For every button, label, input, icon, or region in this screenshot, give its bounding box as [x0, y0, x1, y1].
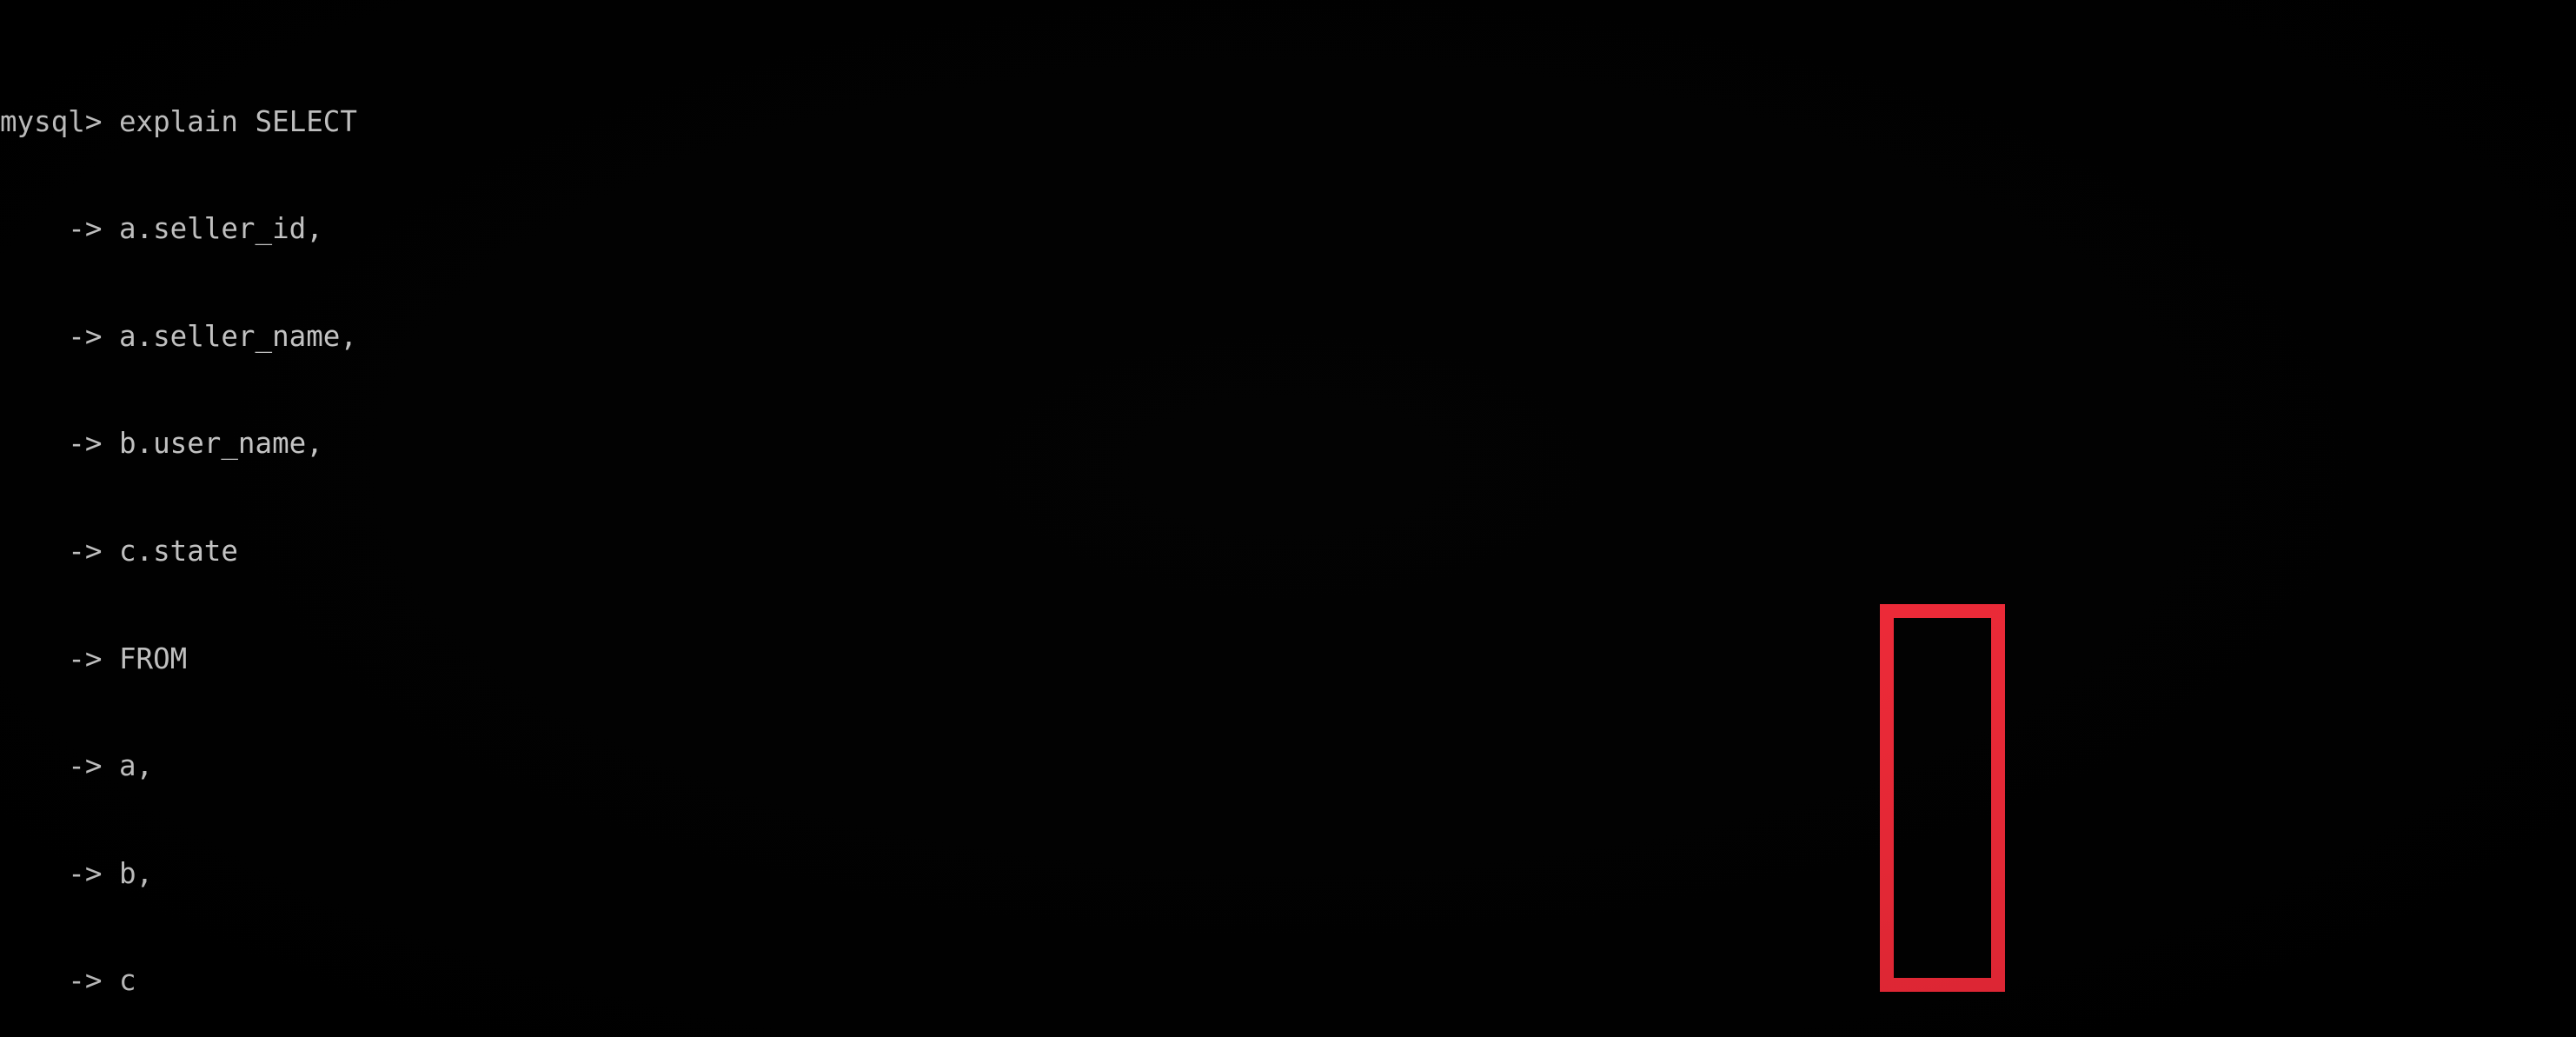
query-continuation-line: -> c	[0, 964, 136, 998]
query-continuation-line: -> a.seller_name,	[0, 319, 357, 353]
query-continuation-line: -> FROM	[0, 641, 188, 675]
prompt-line: mysql> explain SELECT	[0, 104, 357, 138]
query-continuation-line: -> a.seller_id,	[0, 212, 323, 246]
terminal-screen-buffer: mysql> explain SELECT -> a.seller_id, ->…	[0, 0, 2576, 1037]
query-continuation-line: -> c.state	[0, 534, 238, 568]
query-continuation-line: -> b,	[0, 856, 154, 890]
query-continuation-line: -> b.user_name,	[0, 427, 323, 461]
query-continuation-line: -> a,	[0, 749, 154, 783]
terminal-window[interactable]: mysql> explain SELECT -> a.seller_id, ->…	[0, 0, 2576, 1037]
